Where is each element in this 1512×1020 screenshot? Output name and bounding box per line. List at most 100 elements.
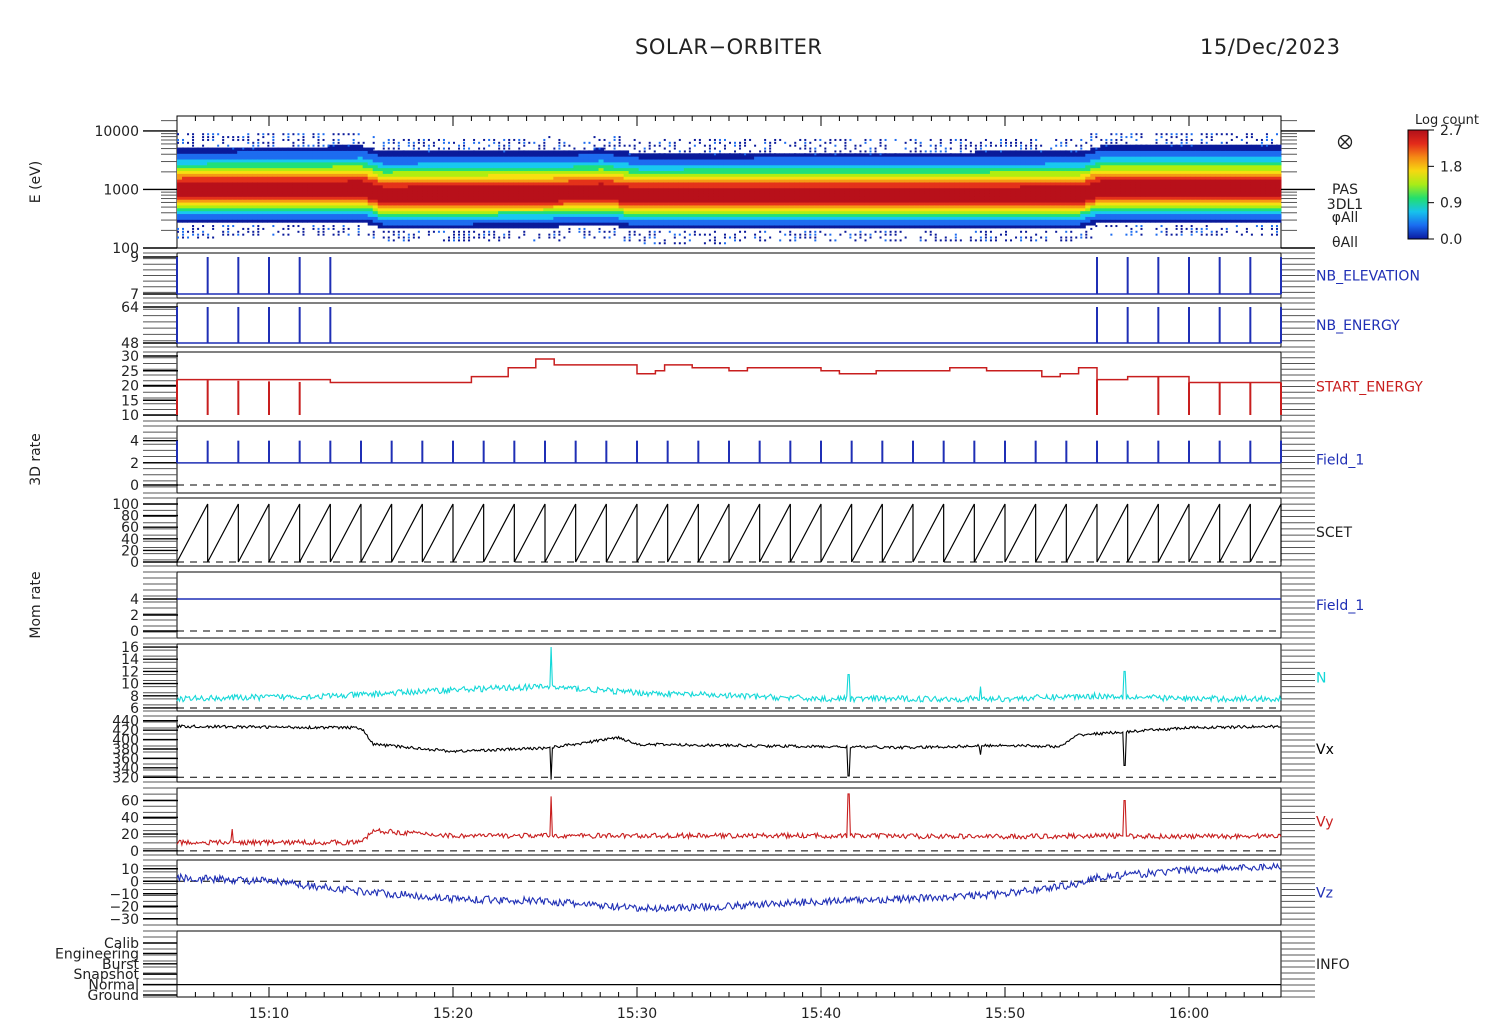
spectrogram-cell — [513, 216, 519, 220]
spectrogram-cell — [673, 173, 680, 177]
spectrogram-cell — [498, 204, 504, 209]
spectrogram-cell — [372, 210, 379, 215]
spectrogram-cell — [633, 184, 640, 189]
spectrogram-cell — [759, 176, 765, 180]
spectrogram-cell — [603, 210, 610, 215]
spectrogram-cell — [618, 173, 625, 177]
spectrogram-speckle — [453, 236, 455, 239]
spectrogram-cell — [488, 193, 494, 197]
spectrogram-cell — [974, 225, 981, 229]
spectrogram-cell — [829, 196, 835, 200]
spectrogram-cell — [934, 193, 941, 197]
spectrogram-cell — [533, 216, 539, 220]
spectrogram-speckle — [829, 233, 832, 236]
spectrogram-cell — [252, 184, 258, 189]
spectrogram-cell — [337, 216, 344, 220]
spectrogram-speckle — [759, 230, 762, 233]
spectrogram-cell — [869, 202, 876, 206]
spectrogram-cell — [874, 216, 881, 220]
spectrogram-cell — [347, 179, 354, 183]
spectrogram-cell — [422, 150, 429, 154]
spectrogram-cell — [518, 153, 524, 157]
spectrogram-cell — [658, 210, 665, 215]
spectrogram-cell — [633, 193, 640, 197]
spectrogram-speckle — [327, 227, 330, 230]
spectrogram-cell — [568, 170, 574, 174]
spectrogram-cell — [367, 170, 374, 174]
spectrogram-cell — [678, 207, 685, 212]
spectrogram-cell — [759, 187, 765, 192]
spectrogram-cell — [678, 173, 685, 177]
spectrogram-speckle — [523, 230, 526, 233]
spectrogram-cell — [563, 161, 569, 166]
spectrogram-cell — [528, 173, 534, 177]
spectrogram-cell — [929, 184, 936, 189]
spectrogram-cell — [182, 153, 188, 157]
spectrogram-cell — [473, 222, 479, 226]
spectrogram-cell — [854, 210, 860, 215]
spectrogram-cell — [327, 199, 334, 203]
spectrogram-speckle — [227, 233, 230, 236]
spectrogram-cell — [583, 176, 589, 180]
spectrogram-cell — [322, 176, 329, 180]
spectrogram-speckle — [498, 144, 501, 147]
spectrogram-cell — [658, 159, 665, 163]
spectrogram-cell — [779, 225, 785, 229]
spectrogram-cell — [327, 202, 334, 206]
spectrogram-speckle — [257, 233, 260, 236]
spectrogram-cell — [804, 187, 810, 192]
spectrogram-cell — [197, 204, 203, 209]
spectrogram-cell — [352, 196, 359, 200]
spectrogram-cell — [854, 193, 860, 197]
spectrogram-cell — [392, 222, 399, 226]
spectrogram-cell — [282, 164, 288, 169]
spectrogram-cell — [332, 182, 339, 186]
spectrogram-cell — [302, 202, 308, 206]
spectrogram-cell — [764, 196, 770, 200]
spectrogram-speckle — [944, 239, 947, 242]
spectrogram-cell — [784, 207, 790, 212]
spectrogram-cell — [723, 225, 730, 229]
spectrogram-cell — [583, 213, 589, 217]
spectrogram-speckle — [312, 147, 315, 150]
spectrogram-cell — [929, 167, 936, 172]
spectrogram-cell — [232, 159, 238, 163]
spectrogram-speckle — [683, 230, 686, 233]
spectrogram-cell — [663, 199, 670, 203]
spectrogram-cell — [789, 179, 795, 183]
spectrogram-cell — [829, 182, 835, 186]
spectrogram-speckle — [483, 147, 486, 150]
spectrogram-cell — [949, 161, 956, 166]
spectrogram-cell — [578, 179, 584, 183]
spectrogram-cell — [739, 202, 745, 206]
spectrogram-cell — [628, 196, 635, 200]
spectrogram-cell — [623, 156, 630, 160]
spectrogram-cell — [713, 204, 720, 209]
spectrogram-cell — [513, 225, 519, 229]
spectrogram-cell — [583, 156, 589, 160]
spectrogram-cell — [789, 153, 795, 157]
spectrogram-cell — [698, 196, 705, 200]
spectrogram-cell — [222, 179, 228, 183]
spectrogram-speckle — [202, 225, 205, 228]
spectrogram-cell — [668, 182, 675, 186]
spectrogram-cell — [693, 167, 700, 172]
spectrogram-cell — [387, 204, 394, 209]
spectrogram-cell — [914, 159, 921, 163]
spectrogram-cell — [608, 150, 615, 154]
spectrogram-cell — [598, 187, 605, 192]
spectrogram-cell — [844, 199, 850, 203]
spectrogram-cell — [874, 204, 881, 209]
spectrogram-cell — [929, 210, 936, 215]
spectrogram-cell — [513, 202, 519, 206]
spectrogram-cell — [934, 219, 941, 223]
spectrogram-speckle — [799, 236, 802, 239]
spectrogram-cell — [904, 167, 911, 172]
spectrogram-cell — [427, 210, 434, 215]
spectrogram-cell — [929, 190, 936, 194]
spectrogram-cell — [698, 179, 705, 183]
spectrogram-cell — [182, 164, 188, 169]
spectrogram-cell — [548, 153, 554, 157]
spectrogram-cell — [974, 173, 981, 177]
spectrogram-cell — [478, 199, 484, 203]
